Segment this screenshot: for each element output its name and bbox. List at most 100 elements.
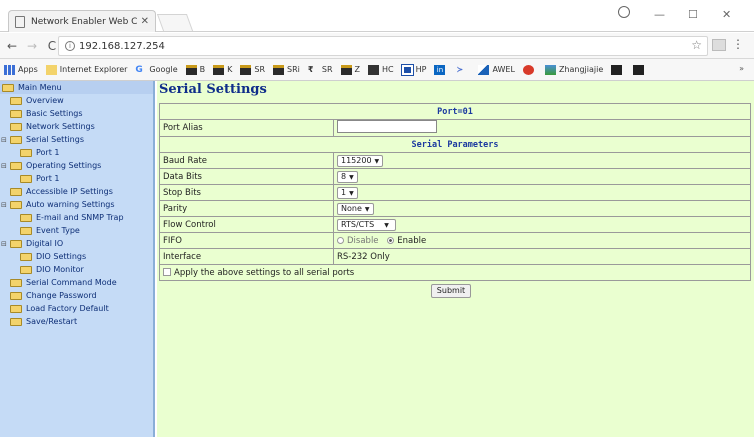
bookmark-hc[interactable]: HC	[368, 64, 394, 75]
parity-cell: None ▼	[333, 200, 751, 217]
sidebar-item-save-restart[interactable]: Save/Restart	[0, 315, 153, 328]
bookmark-linkedin[interactable]: in	[434, 64, 448, 75]
sidebar-item-auto-warning-settings[interactable]: ⊟ Auto warning Settings	[0, 198, 153, 211]
blue-square-icon	[400, 63, 414, 76]
bank-icon	[340, 64, 352, 75]
table-row: Interface RS-232 Only	[159, 248, 751, 265]
close-window-icon[interactable]: ✕	[722, 8, 731, 21]
browser-toolbar: ← → C i 192.168.127.254	[0, 33, 754, 59]
table-row: Data Bits 8 ▼	[159, 168, 751, 185]
collapse-icon[interactable]: ⊟	[1, 201, 7, 209]
account-icon[interactable]	[618, 6, 630, 18]
sidebar-item-operating-port-1[interactable]: Port 1	[0, 172, 153, 185]
bookmark-b[interactable]: B	[185, 64, 205, 75]
bookmark-hp[interactable]: HP	[400, 63, 426, 76]
forward-icon[interactable]: →	[24, 39, 40, 53]
bookmark-k[interactable]: K	[213, 64, 232, 75]
back-icon[interactable]: ←	[4, 39, 20, 53]
info-icon[interactable]: i	[65, 41, 75, 51]
table-row: Port Alias	[159, 119, 751, 137]
bank-icon	[240, 64, 252, 75]
bookmark-internet-explorer[interactable]: Internet Explorer	[45, 64, 127, 75]
bank-icon	[185, 64, 197, 75]
fifo-enable-radio[interactable]	[387, 236, 395, 244]
sidebar-item-basic-settings[interactable]: Basic Settings	[0, 107, 153, 120]
bookmark-sr-rupee[interactable]: ₹ SR	[308, 65, 333, 75]
table-row: Apply the above settings to all serial p…	[159, 264, 751, 281]
folder-icon	[10, 96, 22, 105]
sidebar-item-dio-settings[interactable]: DIO Settings	[0, 250, 153, 263]
data-bits-select[interactable]: 8 ▼	[337, 170, 358, 183]
sidebar-item-serial-port-1[interactable]: Port 1	[0, 146, 153, 159]
main-menu-sidebar: Main Menu Overview Basic Settings Networ…	[0, 81, 155, 437]
apply-all-checkbox[interactable]	[163, 268, 171, 276]
minimize-icon[interactable]: —	[654, 8, 665, 21]
sidebar-item-overview[interactable]: Overview	[0, 94, 153, 107]
bookmark-z[interactable]: Z	[340, 64, 360, 75]
dropdown-arrow-icon: ▼	[364, 205, 370, 213]
maximize-icon[interactable]: ☐	[688, 8, 698, 21]
folder-icon	[10, 291, 22, 300]
menu-icon[interactable]: ⋮	[732, 37, 744, 51]
fifo-disable-label: Disable	[347, 235, 379, 246]
data-bits-label: Data Bits	[159, 168, 334, 185]
web-page: Main Menu Overview Basic Settings Networ…	[0, 81, 754, 437]
sidebar-item-digital-io[interactable]: ⊟ Digital IO	[0, 237, 153, 250]
fifo-disable-radio[interactable]	[337, 236, 344, 244]
folder-icon	[10, 109, 22, 118]
bookmark-awel[interactable]: AWEL	[478, 64, 515, 75]
bank-icon	[213, 64, 225, 75]
stop-bits-select[interactable]: 1 ▼	[337, 186, 358, 199]
close-tab-icon[interactable]: ✕	[141, 16, 149, 27]
sidebar-item-event-type[interactable]: Event Type	[0, 224, 153, 237]
sidebar-item-dio-monitor[interactable]: DIO Monitor	[0, 263, 153, 276]
data-bits-cell: 8 ▼	[333, 168, 751, 185]
folder-icon	[10, 278, 22, 287]
bank-icon	[273, 64, 285, 75]
stop-bits-cell: 1 ▼	[333, 184, 751, 201]
browser-tab[interactable]: Network Enabler Web Co ✕	[8, 10, 156, 32]
sidebar-item-email-snmp-trap[interactable]: E-mail and SNMP Trap	[0, 211, 153, 224]
sidebar-item-main-menu[interactable]: Main Menu	[0, 81, 153, 94]
bookmark-star-icon[interactable]: ☆	[691, 38, 702, 52]
bookmark-google[interactable]: G Google	[135, 65, 177, 75]
parity-select[interactable]: None ▼	[337, 202, 374, 215]
flow-control-cell: RTS/CTS ▼	[333, 216, 751, 233]
sidebar-item-change-password[interactable]: Change Password	[0, 289, 153, 302]
bookmark-red[interactable]	[522, 64, 537, 75]
bookmark-dark-1[interactable]	[611, 64, 625, 75]
bookmark-bird[interactable]: ≻	[456, 65, 470, 75]
sidebar-item-serial-settings[interactable]: ⊟ Serial Settings	[0, 133, 153, 146]
address-bar[interactable]: i 192.168.127.254	[58, 36, 708, 56]
bookmark-dark-2[interactable]	[633, 64, 647, 75]
bookmark-sr[interactable]: SR	[240, 64, 265, 75]
stop-bits-label: Stop Bits	[159, 184, 334, 201]
sidebar-item-operating-settings[interactable]: ⊟ Operating Settings	[0, 159, 153, 172]
collapse-icon[interactable]: ⊟	[1, 240, 7, 248]
port-alias-cell	[333, 119, 751, 137]
bookmark-zhangjiajie[interactable]: Zhangjiajie	[544, 64, 603, 75]
baud-rate-select[interactable]: 115200 ▼	[337, 154, 384, 167]
fifo-enable-label: Enable	[397, 235, 427, 246]
collapse-icon[interactable]: ⊟	[1, 162, 7, 170]
folder-icon	[10, 161, 22, 170]
sidebar-item-load-factory-default[interactable]: Load Factory Default	[0, 302, 153, 315]
new-tab-button[interactable]	[156, 14, 194, 31]
serial-settings-table: Port=01 Port Alias Serial Parameters Bau…	[159, 103, 751, 281]
bookmark-sri[interactable]: SRi	[273, 64, 300, 75]
sidebar-item-serial-command-mode[interactable]: Serial Command Mode	[0, 276, 153, 289]
sidebar-item-accessible-ip-settings[interactable]: Accessible IP Settings	[0, 185, 153, 198]
folder-icon	[10, 122, 22, 131]
fifo-label: FIFO	[159, 232, 334, 249]
flow-control-select[interactable]: RTS/CTS ▼	[337, 218, 396, 231]
bookmarks-more-icon[interactable]: »	[739, 64, 744, 73]
extension-icon[interactable]	[712, 39, 726, 51]
collapse-icon[interactable]: ⊟	[1, 136, 7, 144]
dark-icon	[611, 64, 623, 75]
port-alias-input[interactable]	[337, 120, 437, 133]
sidebar-item-network-settings[interactable]: Network Settings	[0, 120, 153, 133]
fifo-cell: Disable Enable	[333, 232, 751, 249]
submit-button[interactable]: Submit	[431, 284, 471, 298]
tab-title: Network Enabler Web Co	[31, 16, 137, 27]
bookmark-apps[interactable]: Apps	[4, 64, 38, 75]
